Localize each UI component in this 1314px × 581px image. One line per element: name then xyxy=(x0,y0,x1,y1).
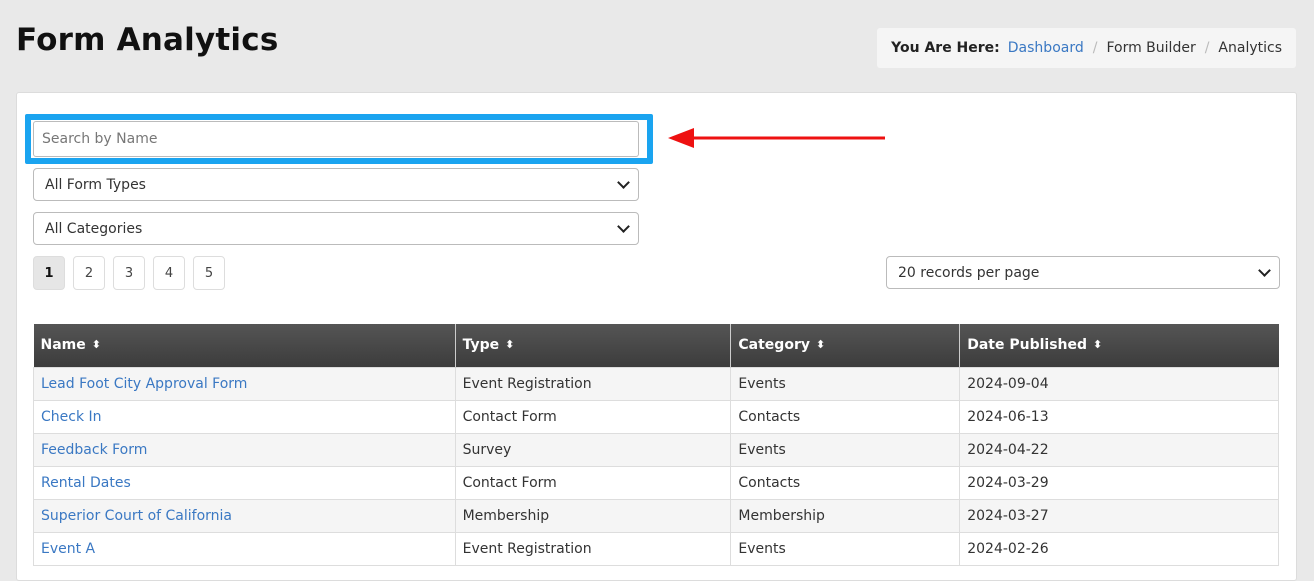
category-select[interactable]: All Categories xyxy=(33,212,639,245)
form-category-cell: Events xyxy=(730,531,961,566)
records-per-page-select[interactable]: 20 records per page xyxy=(886,256,1280,289)
chevron-down-icon xyxy=(1258,264,1271,277)
form-name-link[interactable]: Check In xyxy=(41,409,102,425)
records-per-page-value: 20 records per page xyxy=(898,264,1040,281)
sort-icon: ⬍ xyxy=(91,338,101,352)
table-row: Event A Event Registration Events 2024-0… xyxy=(33,531,1279,566)
forms-table: Name ⬍ Type ⬍ Category ⬍ Date Published ⬍ Le… xyxy=(33,324,1279,566)
sort-icon: ⬍ xyxy=(815,338,826,352)
breadcrumb: You Are Here: Dashboard / Form Builder /… xyxy=(877,28,1296,68)
form-date-cell: 2024-03-27 xyxy=(959,498,1279,533)
breadcrumb-dashboard-link[interactable]: Dashboard xyxy=(1008,40,1084,56)
chevron-down-icon xyxy=(617,176,630,189)
column-header-date-published[interactable]: Date Published ⬍ xyxy=(959,324,1279,367)
sort-icon: ⬍ xyxy=(1093,338,1103,352)
breadcrumb-separator: / xyxy=(1204,40,1210,56)
form-category-cell: Events xyxy=(730,432,961,467)
category-select-value: All Categories xyxy=(45,220,143,237)
form-type-cell: Contact Form xyxy=(454,399,732,434)
annotation-arrow-icon xyxy=(668,128,885,148)
search-input[interactable] xyxy=(33,121,639,157)
form-date-cell: 2024-09-04 xyxy=(959,366,1279,401)
form-name-link[interactable]: Feedback Form xyxy=(41,442,147,458)
form-category-cell: Membership xyxy=(730,498,961,533)
page-button-5[interactable]: 5 xyxy=(193,256,225,290)
form-date-cell: 2024-03-29 xyxy=(959,465,1279,500)
form-name-link[interactable]: Rental Dates xyxy=(41,475,131,491)
breadcrumb-form-builder: Form Builder xyxy=(1106,40,1196,56)
form-date-cell: 2024-02-26 xyxy=(959,531,1279,566)
table-row: Feedback Form Survey Events 2024-04-22 xyxy=(33,432,1279,467)
form-category-cell: Contacts xyxy=(730,465,961,500)
form-type-select-value: All Form Types xyxy=(45,176,146,193)
column-header-name[interactable]: Name ⬍ xyxy=(33,324,456,367)
form-type-select[interactable]: All Form Types xyxy=(33,168,639,201)
pagination: 1 2 3 4 5 xyxy=(33,256,225,290)
table-row: Lead Foot City Approval Form Event Regis… xyxy=(33,366,1279,401)
form-name-link[interactable]: Superior Court of California xyxy=(41,508,232,524)
form-type-cell: Event Registration xyxy=(454,366,732,401)
page-title: Form Analytics xyxy=(16,22,279,58)
form-type-cell: Contact Form xyxy=(454,465,732,500)
page-button-2[interactable]: 2 xyxy=(73,256,105,290)
form-type-cell: Membership xyxy=(454,498,732,533)
form-category-cell: Events xyxy=(730,366,961,401)
page-button-4[interactable]: 4 xyxy=(153,256,185,290)
breadcrumb-separator: / xyxy=(1092,40,1098,56)
form-name-link[interactable]: Event A xyxy=(41,541,95,557)
form-date-cell: 2024-06-13 xyxy=(959,399,1279,434)
chevron-down-icon xyxy=(617,220,630,233)
form-name-link[interactable]: Lead Foot City Approval Form xyxy=(41,376,247,392)
form-category-cell: Contacts xyxy=(730,399,961,434)
page-button-1[interactable]: 1 xyxy=(33,256,65,290)
page-button-3[interactable]: 3 xyxy=(113,256,145,290)
table-row: Superior Court of California Membership … xyxy=(33,498,1279,533)
column-header-type[interactable]: Type ⬍ xyxy=(455,324,732,367)
form-date-cell: 2024-04-22 xyxy=(959,432,1279,467)
form-type-cell: Event Registration xyxy=(454,531,732,566)
breadcrumb-lead: You Are Here: xyxy=(891,40,1000,56)
table-row: Check In Contact Form Contacts 2024-06-1… xyxy=(33,399,1279,434)
column-header-category[interactable]: Category ⬍ xyxy=(730,324,961,367)
table-row: Rental Dates Contact Form Contacts 2024-… xyxy=(33,465,1279,500)
breadcrumb-analytics: Analytics xyxy=(1218,40,1282,56)
sort-icon: ⬍ xyxy=(505,338,515,352)
form-type-cell: Survey xyxy=(454,432,732,467)
